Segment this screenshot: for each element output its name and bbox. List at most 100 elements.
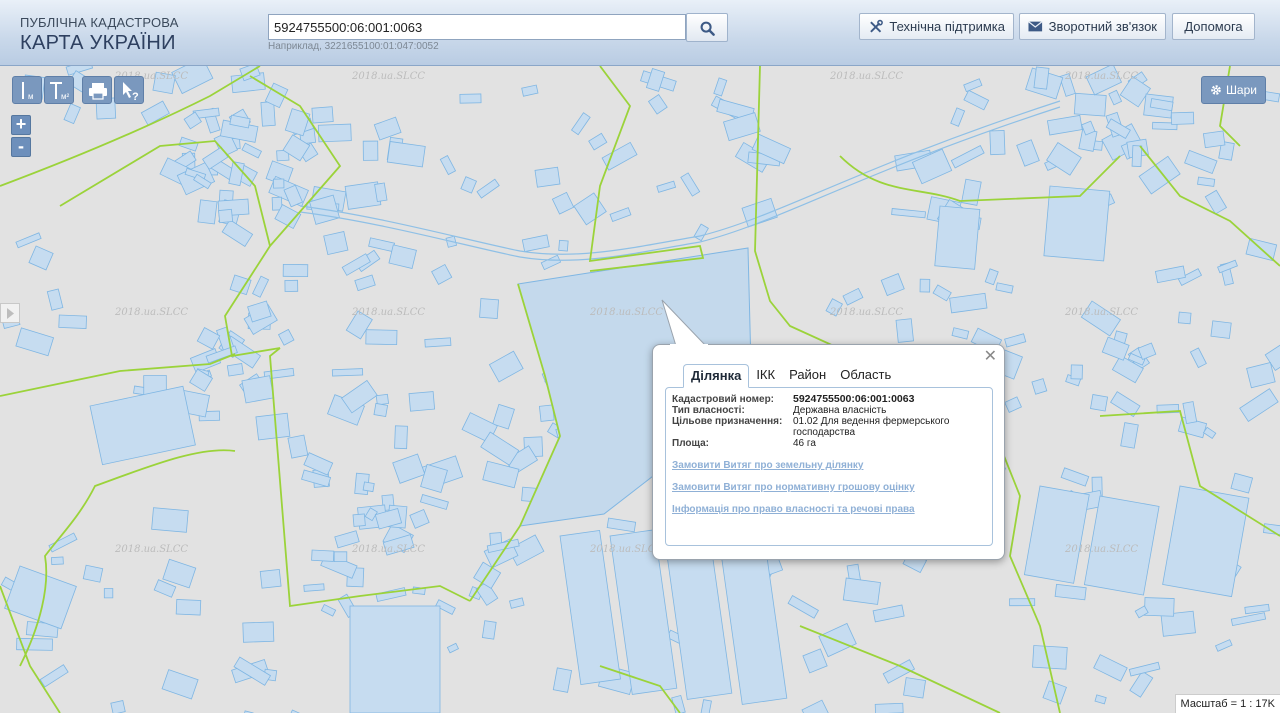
zoom-in-button[interactable]: +: [11, 115, 31, 135]
land-parcel[interactable]: [272, 178, 285, 189]
feedback-button[interactable]: Зворотний зв'язок: [1019, 13, 1166, 40]
land-parcel[interactable]: [82, 564, 104, 583]
land-parcel[interactable]: [58, 314, 87, 329]
land-parcel[interactable]: [218, 208, 234, 224]
land-parcel[interactable]: [317, 123, 352, 143]
tab-ikk[interactable]: ІКК: [749, 364, 782, 388]
ownership-info-link[interactable]: Інформація про право власності та речові…: [672, 504, 915, 515]
area-value: 46 га: [793, 438, 816, 449]
land-parcel[interactable]: [534, 166, 561, 188]
measure-length-button[interactable]: м: [12, 76, 42, 104]
land-parcel[interactable]: [424, 337, 452, 348]
land-parcel[interactable]: [989, 130, 1006, 156]
side-panel-toggle[interactable]: [0, 303, 20, 323]
zoom-out-button[interactable]: -: [11, 137, 31, 157]
logo-line1: ПУБЛІЧНА КАДАСТРОВА: [20, 15, 179, 30]
land-parcel[interactable]: [226, 363, 244, 377]
land-parcel[interactable]: [349, 605, 441, 713]
land-parcel[interactable]: [365, 329, 398, 346]
land-parcel[interactable]: [1073, 92, 1107, 117]
land-parcel[interactable]: [255, 412, 291, 441]
land-parcel[interactable]: [260, 101, 276, 127]
land-parcel[interactable]: [241, 375, 275, 404]
land-parcel[interactable]: [323, 231, 349, 256]
layers-button[interactable]: Шари: [1200, 76, 1266, 104]
map-scale: Масштаб = 1 : 17K: [1174, 694, 1280, 713]
land-parcel[interactable]: [311, 106, 334, 124]
land-parcel[interactable]: [408, 391, 436, 412]
purpose-label: Цільове призначення:: [672, 416, 783, 427]
land-parcel[interactable]: [1131, 145, 1143, 167]
order-extract-link[interactable]: Замовити Витяг про земельну ділянку: [672, 460, 863, 471]
land-parcel[interactable]: [375, 393, 389, 406]
table-row: Кадастровий номер: 5924755500:06:001:006…: [672, 394, 983, 406]
land-parcel[interactable]: [331, 368, 364, 377]
cursor-question-icon: ?: [123, 82, 139, 103]
land-parcel[interactable]: [1090, 394, 1109, 412]
land-parcel[interactable]: [282, 263, 309, 278]
print-button[interactable]: [82, 76, 112, 104]
land-parcel[interactable]: [1070, 364, 1083, 380]
land-parcel[interactable]: [481, 620, 497, 640]
tools-icon: [870, 19, 883, 32]
land-parcel[interactable]: [934, 205, 981, 270]
land-parcel[interactable]: [895, 318, 914, 343]
tab-region[interactable]: Область: [833, 364, 898, 388]
cadastral-number-label: Кадастровий номер:: [672, 394, 775, 405]
close-icon[interactable]: ✕: [984, 349, 997, 365]
purpose-value: 01.02 Для ведення фермерського господарс…: [793, 416, 950, 438]
land-parcel[interactable]: [874, 702, 904, 713]
land-parcel[interactable]: [373, 402, 389, 418]
help-button[interactable]: Допомога: [1172, 13, 1255, 40]
land-parcel[interactable]: [362, 140, 379, 161]
land-parcel[interactable]: [1033, 66, 1050, 90]
measure-area-button[interactable]: м²: [44, 76, 74, 104]
land-parcel[interactable]: [151, 507, 189, 533]
land-parcel[interactable]: [362, 481, 375, 493]
land-parcel[interactable]: [152, 71, 176, 95]
land-parcel[interactable]: [287, 434, 309, 459]
land-parcel[interactable]: [1170, 111, 1195, 125]
land-parcel[interactable]: [175, 598, 202, 616]
chevron-right-icon: [7, 308, 14, 319]
land-parcel[interactable]: [479, 298, 499, 319]
land-parcel[interactable]: [197, 199, 218, 225]
land-parcel[interactable]: [1177, 311, 1192, 325]
land-parcel[interactable]: [842, 577, 881, 605]
land-parcel[interactable]: [303, 583, 325, 592]
tab-district[interactable]: Район: [782, 364, 833, 388]
land-parcel[interactable]: [1144, 597, 1175, 617]
search-button[interactable]: [686, 13, 728, 42]
land-parcel[interactable]: [311, 549, 335, 562]
land-parcel[interactable]: [110, 700, 126, 713]
popup-tabs: Ділянка ІКК Район Область: [683, 364, 898, 388]
land-parcel[interactable]: [459, 93, 482, 104]
land-parcel[interactable]: [352, 513, 366, 527]
gear-icon: [1211, 85, 1221, 95]
land-parcel[interactable]: [394, 425, 408, 450]
land-parcel[interactable]: [284, 279, 299, 292]
land-parcel[interactable]: [259, 568, 282, 589]
land-parcel[interactable]: [903, 677, 927, 699]
map-canvas[interactable]: 2018.ua.SLCC 2018.ua.SLCC 2018.ua.SLCC 2…: [0, 66, 1280, 713]
identify-button[interactable]: ?: [114, 76, 144, 104]
land-parcel[interactable]: [333, 551, 348, 563]
tech-support-button[interactable]: Технічна підтримка: [859, 13, 1014, 40]
logo-line2: КАРТА УКРАЇНИ: [20, 32, 176, 54]
order-valuation-link[interactable]: Замовити Витяг про нормативну грошову оц…: [672, 482, 915, 493]
help-label: Допомога: [1184, 19, 1243, 34]
land-parcel[interactable]: [50, 556, 64, 566]
land-parcel[interactable]: [103, 588, 114, 599]
search-hint: Наприклад, 3221655100:01:047:0052: [268, 41, 439, 52]
land-parcel[interactable]: [919, 278, 931, 293]
land-parcel[interactable]: [242, 621, 275, 643]
land-parcel[interactable]: [386, 141, 426, 168]
table-row: Площа: 46 га: [672, 438, 983, 449]
land-parcel[interactable]: [1202, 130, 1226, 149]
land-parcel[interactable]: [558, 239, 569, 252]
cadastral-search-input[interactable]: [268, 14, 686, 40]
tab-parcel[interactable]: Ділянка: [683, 364, 750, 388]
land-parcel[interactable]: [1210, 320, 1232, 339]
area-label: Площа:: [672, 438, 709, 449]
parcel-info-table: Кадастровий номер: 5924755500:06:001:006…: [672, 394, 983, 450]
